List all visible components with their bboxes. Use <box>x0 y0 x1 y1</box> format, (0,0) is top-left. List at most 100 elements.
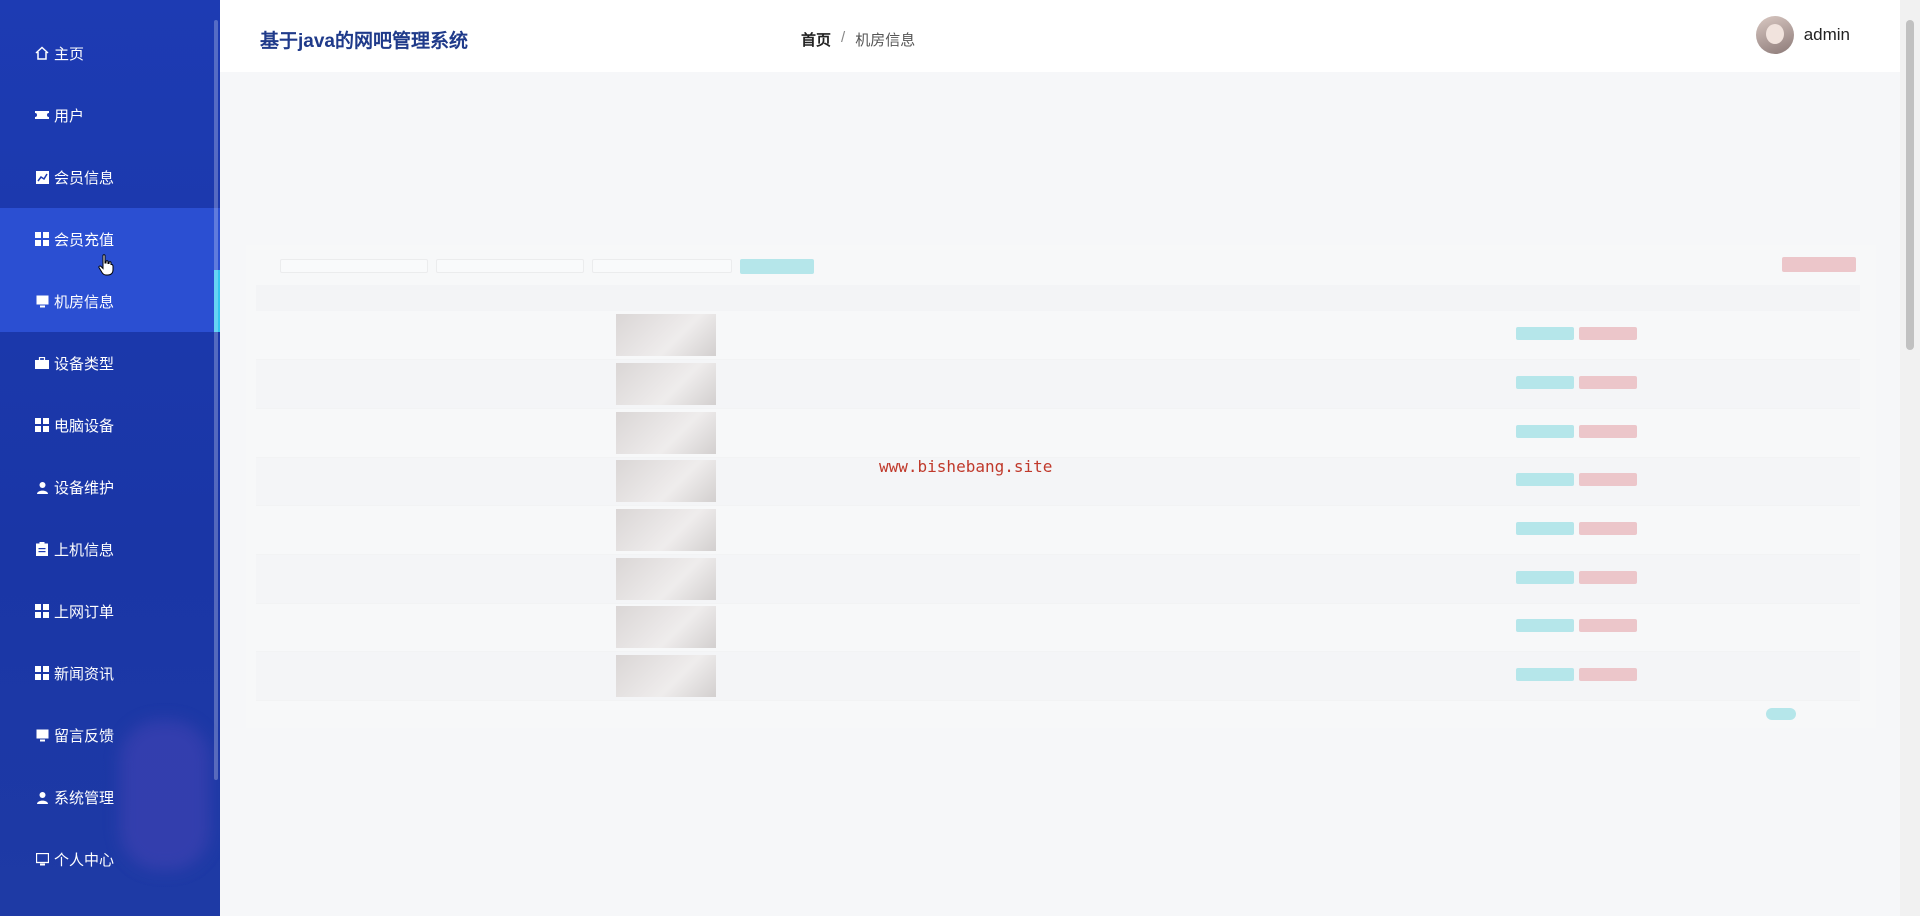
batch-delete-button[interactable] <box>1782 257 1856 272</box>
avatar[interactable] <box>1755 16 1794 54</box>
row-photo <box>616 606 716 649</box>
grid-icon <box>34 417 50 433</box>
sidebar-item-home[interactable]: 主页 <box>0 22 220 84</box>
ticket-icon <box>34 107 50 123</box>
edit-button[interactable] <box>1516 570 1574 584</box>
home-icon <box>34 45 50 61</box>
table-row <box>256 505 1860 555</box>
sidebar-item-session-info[interactable]: 上机信息 <box>0 518 220 580</box>
sidebar-item-computer-device[interactable]: 电脑设备 <box>0 394 220 456</box>
sidebar-item-label: 上网订单 <box>54 603 115 621</box>
delete-button[interactable] <box>1579 327 1637 341</box>
page-scrollbar-thumb[interactable] <box>1906 20 1914 350</box>
page-scrollbar[interactable] <box>1900 0 1920 916</box>
sidebar-item-device-maintenance[interactable]: 设备维护 <box>0 456 220 518</box>
table-header-cell <box>808 285 948 311</box>
briefcase-icon <box>34 355 50 371</box>
table-header-cell <box>608 285 808 311</box>
delete-button[interactable] <box>1579 473 1637 487</box>
sidebar: 主页 用户 会员信息 会员充值 机房信息 设备类型 电脑设备 设备维护 上机信息… <box>0 0 220 916</box>
table-row <box>256 603 1860 653</box>
breadcrumb-current: 机房信息 <box>855 32 916 49</box>
table-header-cell <box>948 285 1088 311</box>
delete-button[interactable] <box>1579 668 1637 682</box>
user-icon <box>34 479 50 495</box>
grid-icon <box>34 603 50 619</box>
edit-button[interactable] <box>1516 668 1574 682</box>
sidebar-item-personal-center[interactable]: 个人中心 <box>0 828 220 890</box>
breadcrumb-home[interactable]: 首页 <box>801 29 831 50</box>
sidebar-item-label: 会员信息 <box>54 169 115 187</box>
grid-icon <box>34 665 50 681</box>
username[interactable]: admin <box>1804 25 1850 45</box>
faded-table-panel <box>246 245 1876 728</box>
pagination-current-page[interactable] <box>1766 708 1796 720</box>
sidebar-item-label: 新闻资讯 <box>54 665 115 683</box>
delete-button[interactable] <box>1579 424 1637 438</box>
sidebar-item-label: 主页 <box>54 45 85 63</box>
sidebar-item-label: 留言反馈 <box>54 727 115 745</box>
table-header-cell <box>326 285 468 311</box>
clipboard-icon <box>34 541 50 557</box>
delete-button[interactable] <box>1579 619 1637 633</box>
sidebar-scrollbar[interactable] <box>214 20 218 780</box>
table-header-cell <box>1088 285 1228 311</box>
delete-button[interactable] <box>1579 570 1637 584</box>
edit-button[interactable] <box>1516 327 1574 341</box>
sidebar-item-label: 机房信息 <box>54 293 115 311</box>
table-row <box>256 311 1860 361</box>
table-header-cell <box>1368 285 1508 311</box>
edit-button[interactable] <box>1516 473 1574 487</box>
edit-button[interactable] <box>1516 522 1574 536</box>
table-row <box>256 554 1860 604</box>
edit-button[interactable] <box>1516 619 1574 633</box>
app-title: 基于java的网吧管理系统 <box>260 31 468 52</box>
hand-cursor-icon <box>98 254 114 276</box>
sidebar-item-device-type[interactable]: 设备类型 <box>0 332 220 394</box>
search-button[interactable] <box>740 258 814 274</box>
delete-button[interactable] <box>1579 522 1637 536</box>
monitor-icon <box>34 727 50 743</box>
edit-button[interactable] <box>1516 376 1574 390</box>
table-row <box>256 651 1860 701</box>
sidebar-nav: 主页 用户 会员信息 会员充值 机房信息 设备类型 电脑设备 设备维护 上机信息… <box>0 22 220 890</box>
sidebar-item-member-info[interactable]: 会员信息 <box>0 146 220 208</box>
breadcrumb: 首页 / 机房信息 <box>801 29 915 50</box>
sidebar-item-label: 设备类型 <box>54 355 115 373</box>
sidebar-item-label: 个人中心 <box>54 851 115 869</box>
date-start-input[interactable] <box>280 259 428 273</box>
row-photo <box>616 314 716 357</box>
row-photo <box>616 509 716 552</box>
sidebar-item-news[interactable]: 新闻资讯 <box>0 642 220 704</box>
row-photo <box>616 655 716 698</box>
row-photo <box>616 557 716 600</box>
row-photo <box>616 363 716 406</box>
grid-icon <box>34 231 50 247</box>
sidebar-item-label: 上机信息 <box>54 541 115 559</box>
sidebar-item-system-management[interactable]: 系统管理 <box>0 766 220 828</box>
top-header: 基于java的网吧管理系统 首页 / 机房信息 admin <box>220 0 1900 72</box>
date-end-input[interactable] <box>436 259 584 273</box>
sidebar-item-users[interactable]: 用户 <box>0 84 220 146</box>
delete-button[interactable] <box>1579 376 1637 390</box>
sidebar-item-room-info[interactable]: 机房信息 <box>0 270 220 332</box>
row-photo <box>616 460 716 503</box>
table-row <box>256 457 1860 507</box>
sidebar-item-label: 会员充值 <box>54 231 115 249</box>
table-header-cell <box>256 285 326 311</box>
user-icon <box>34 789 50 805</box>
table-header-cell <box>1228 285 1368 311</box>
status-select[interactable] <box>592 259 732 273</box>
search-toolbar <box>280 257 1856 275</box>
user-menu[interactable]: admin <box>1755 16 1850 54</box>
row-photo <box>616 411 716 454</box>
table-header-cell <box>468 285 608 311</box>
table-row <box>256 408 1860 458</box>
data-table <box>256 285 1860 701</box>
sidebar-item-label: 用户 <box>54 107 85 125</box>
sidebar-item-online-orders[interactable]: 上网订单 <box>0 580 220 642</box>
edit-button[interactable] <box>1516 424 1574 438</box>
breadcrumb-separator: / <box>841 29 846 46</box>
sidebar-item-label: 系统管理 <box>54 789 115 807</box>
sidebar-item-feedback[interactable]: 留言反馈 <box>0 704 220 766</box>
